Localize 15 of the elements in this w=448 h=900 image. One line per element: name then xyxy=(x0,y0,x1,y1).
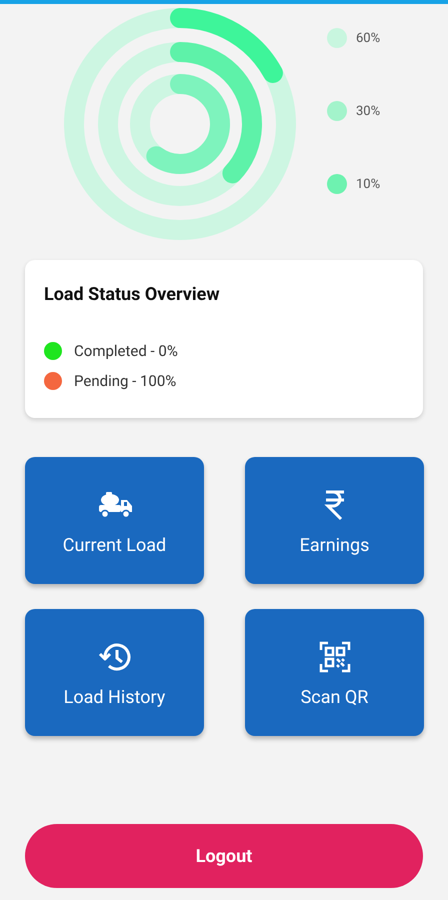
status-label: Completed - 0% xyxy=(74,342,178,360)
qr-code-icon xyxy=(318,641,350,673)
menu-tile[interactable]: Earnings xyxy=(245,457,424,584)
rupee-icon xyxy=(324,489,346,521)
legend-label: 10% xyxy=(356,176,380,192)
menu-tile[interactable]: Load History xyxy=(25,609,204,736)
legend-label: 60% xyxy=(356,30,380,46)
legend-label: 30% xyxy=(356,104,380,118)
menu-tile[interactable]: Current Load xyxy=(25,457,204,584)
card-title: Load Status Overview xyxy=(44,284,221,305)
status-label: Pending - 100% xyxy=(74,372,176,390)
history-icon xyxy=(98,641,132,673)
truck-icon xyxy=(96,491,132,519)
menu-tile[interactable]: Scan QR xyxy=(245,609,424,736)
logout-button[interactable]: Logout xyxy=(25,824,423,888)
